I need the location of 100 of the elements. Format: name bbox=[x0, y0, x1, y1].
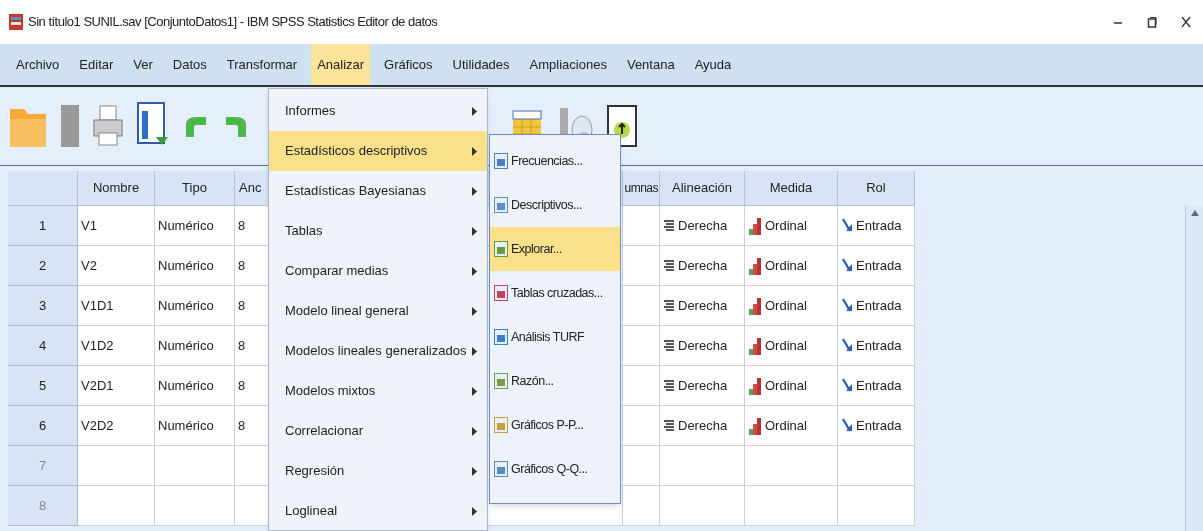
column-header[interactable]: umnas bbox=[624, 179, 658, 197]
printer-icon[interactable] bbox=[92, 103, 124, 149]
column-header[interactable]: Tipo bbox=[182, 178, 207, 198]
menu-item[interactable]: Editar bbox=[73, 44, 120, 85]
align-right-icon bbox=[663, 258, 675, 273]
table-cell-text: 8 bbox=[238, 296, 246, 315]
table-cell-text: Entrada bbox=[856, 296, 902, 315]
table-cell-text: Ordinal bbox=[765, 376, 807, 395]
column-header[interactable]: Medida bbox=[769, 178, 813, 198]
submenu-arrow-icon bbox=[472, 146, 477, 156]
menu-item[interactable]: Ampliaciones bbox=[523, 44, 613, 85]
row-number[interactable]: 6 bbox=[38, 415, 47, 436]
menu-item[interactable]: Razón... bbox=[490, 359, 620, 403]
arrow-icon bbox=[841, 217, 853, 234]
menu-item[interactable]: Frecuencias... bbox=[490, 139, 620, 183]
align-right-icon bbox=[663, 298, 675, 313]
chart-icon bbox=[494, 285, 508, 301]
table-cell-text: Ordinal bbox=[765, 336, 807, 355]
menu-item[interactable]: Estadísticas Bayesianas bbox=[269, 171, 487, 211]
column-header[interactable]: Rol bbox=[866, 178, 886, 198]
menu-item[interactable]: Gráficos Q-Q... bbox=[490, 447, 620, 491]
align-right-icon bbox=[663, 378, 675, 393]
menu-item[interactable]: Gráficos bbox=[378, 44, 439, 85]
table-cell-text: 8 bbox=[238, 256, 246, 275]
menu-item[interactable]: Loglineal bbox=[269, 491, 487, 530]
table-cell-text: Derecha bbox=[678, 296, 728, 315]
menu-item[interactable]: Regresión bbox=[269, 451, 487, 491]
row-number[interactable]: 3 bbox=[38, 295, 47, 316]
row-number[interactable]: 1 bbox=[38, 215, 47, 236]
table-cell-text: 8 bbox=[238, 376, 246, 395]
row-number[interactable]: 4 bbox=[38, 335, 47, 356]
menu-item[interactable]: Tablas cruzadas... bbox=[490, 271, 620, 315]
menu-item[interactable]: Tablas bbox=[269, 211, 487, 251]
table-cell-text: Numérico bbox=[158, 296, 214, 315]
menu-item[interactable]: Modelos mixtos bbox=[269, 371, 487, 411]
table-cell-text: Numérico bbox=[158, 216, 214, 235]
menu-item[interactable]: Estadísticos descriptivos bbox=[269, 131, 487, 171]
menu-item[interactable]: Ayuda bbox=[688, 44, 738, 85]
maximize-icon[interactable] bbox=[1147, 16, 1157, 28]
submenu-arrow-icon bbox=[472, 186, 477, 196]
scroll-up-icon[interactable] bbox=[1190, 210, 1199, 216]
table-cell-text: 8 bbox=[238, 216, 246, 235]
table-cell-text: Numérico bbox=[158, 256, 214, 275]
table-cell-text: Derecha bbox=[678, 216, 728, 235]
row-number[interactable]: 5 bbox=[38, 375, 47, 396]
table-cell-text: V2 bbox=[81, 256, 97, 275]
table-cell-text: Ordinal bbox=[765, 216, 807, 235]
bar-chart-icon bbox=[748, 216, 762, 235]
menu-item[interactable]: Gráficos P-P... bbox=[490, 403, 620, 447]
table-cell-text: Derecha bbox=[678, 256, 728, 275]
bar-chart-icon bbox=[748, 416, 762, 435]
submenu-arrow-icon bbox=[472, 106, 477, 116]
table-cell-text: V1 bbox=[81, 216, 97, 235]
menu-item[interactable]: Explorar... bbox=[490, 227, 620, 271]
menu-item[interactable]: Modelos lineales generalizados bbox=[269, 331, 487, 371]
column-header[interactable]: Anc bbox=[239, 178, 262, 198]
menu-item[interactable]: Ver bbox=[127, 44, 159, 85]
submenu-arrow-icon bbox=[472, 506, 477, 516]
menu-item[interactable]: Archivo bbox=[10, 44, 66, 85]
chart-icon bbox=[494, 417, 508, 433]
submenu-arrow-icon bbox=[472, 426, 477, 436]
table-cell-text: Numérico bbox=[158, 376, 214, 395]
menu-item[interactable]: Transformar bbox=[220, 44, 304, 85]
table-cell-text: Numérico bbox=[158, 416, 214, 435]
column-header[interactable]: Alineación bbox=[672, 178, 732, 198]
row-number[interactable]: 2 bbox=[38, 255, 47, 276]
align-right-icon bbox=[663, 418, 675, 433]
table-cell-text: Entrada bbox=[856, 376, 902, 395]
menu-item[interactable]: Utilidades bbox=[446, 44, 516, 85]
submenu-arrow-icon bbox=[472, 226, 477, 236]
table-cell-text: Derecha bbox=[678, 336, 728, 355]
menu-item[interactable]: Datos bbox=[166, 44, 213, 85]
table-cell-text: Entrada bbox=[856, 256, 902, 275]
menu-item[interactable]: Descriptivos... bbox=[490, 183, 620, 227]
table-cell-text: Ordinal bbox=[765, 256, 807, 275]
submenu-arrow-icon bbox=[472, 306, 477, 316]
bar-chart-icon bbox=[748, 296, 762, 315]
table-cell-text: 8 bbox=[238, 416, 246, 435]
column-header[interactable]: Nombre bbox=[92, 178, 140, 198]
menu-item[interactable]: Analizar bbox=[311, 44, 371, 85]
arrow-icon bbox=[841, 377, 853, 394]
align-right-icon bbox=[663, 218, 675, 233]
align-right-icon bbox=[663, 338, 675, 353]
window-title: Sin título1 SUNIL.sav [ConjuntoDatos1] - IBM SPSS Statistics Editor de datos bbox=[28, 13, 438, 32]
table-cell-text: Entrada bbox=[856, 336, 902, 355]
menu-item[interactable]: Análisis TURF bbox=[490, 315, 620, 359]
arrow-icon bbox=[841, 417, 853, 434]
menu-item[interactable]: Informes bbox=[269, 91, 487, 131]
bar-chart-icon bbox=[748, 376, 762, 395]
chart-icon bbox=[494, 461, 508, 477]
menu-item[interactable]: Ventana bbox=[620, 44, 681, 85]
slab-icon[interactable] bbox=[60, 103, 80, 149]
close-icon[interactable] bbox=[1181, 16, 1191, 28]
submenu-arrow-icon bbox=[472, 386, 477, 396]
bar-chart-icon bbox=[748, 336, 762, 355]
menu-item[interactable]: Comparar medias bbox=[269, 251, 487, 291]
table-cell-text: Numérico bbox=[158, 336, 214, 355]
menu-item[interactable]: Modelo lineal general bbox=[269, 291, 487, 331]
table-cell-text: V1D2 bbox=[81, 336, 114, 355]
menu-item[interactable]: Correlacionar bbox=[269, 411, 487, 451]
